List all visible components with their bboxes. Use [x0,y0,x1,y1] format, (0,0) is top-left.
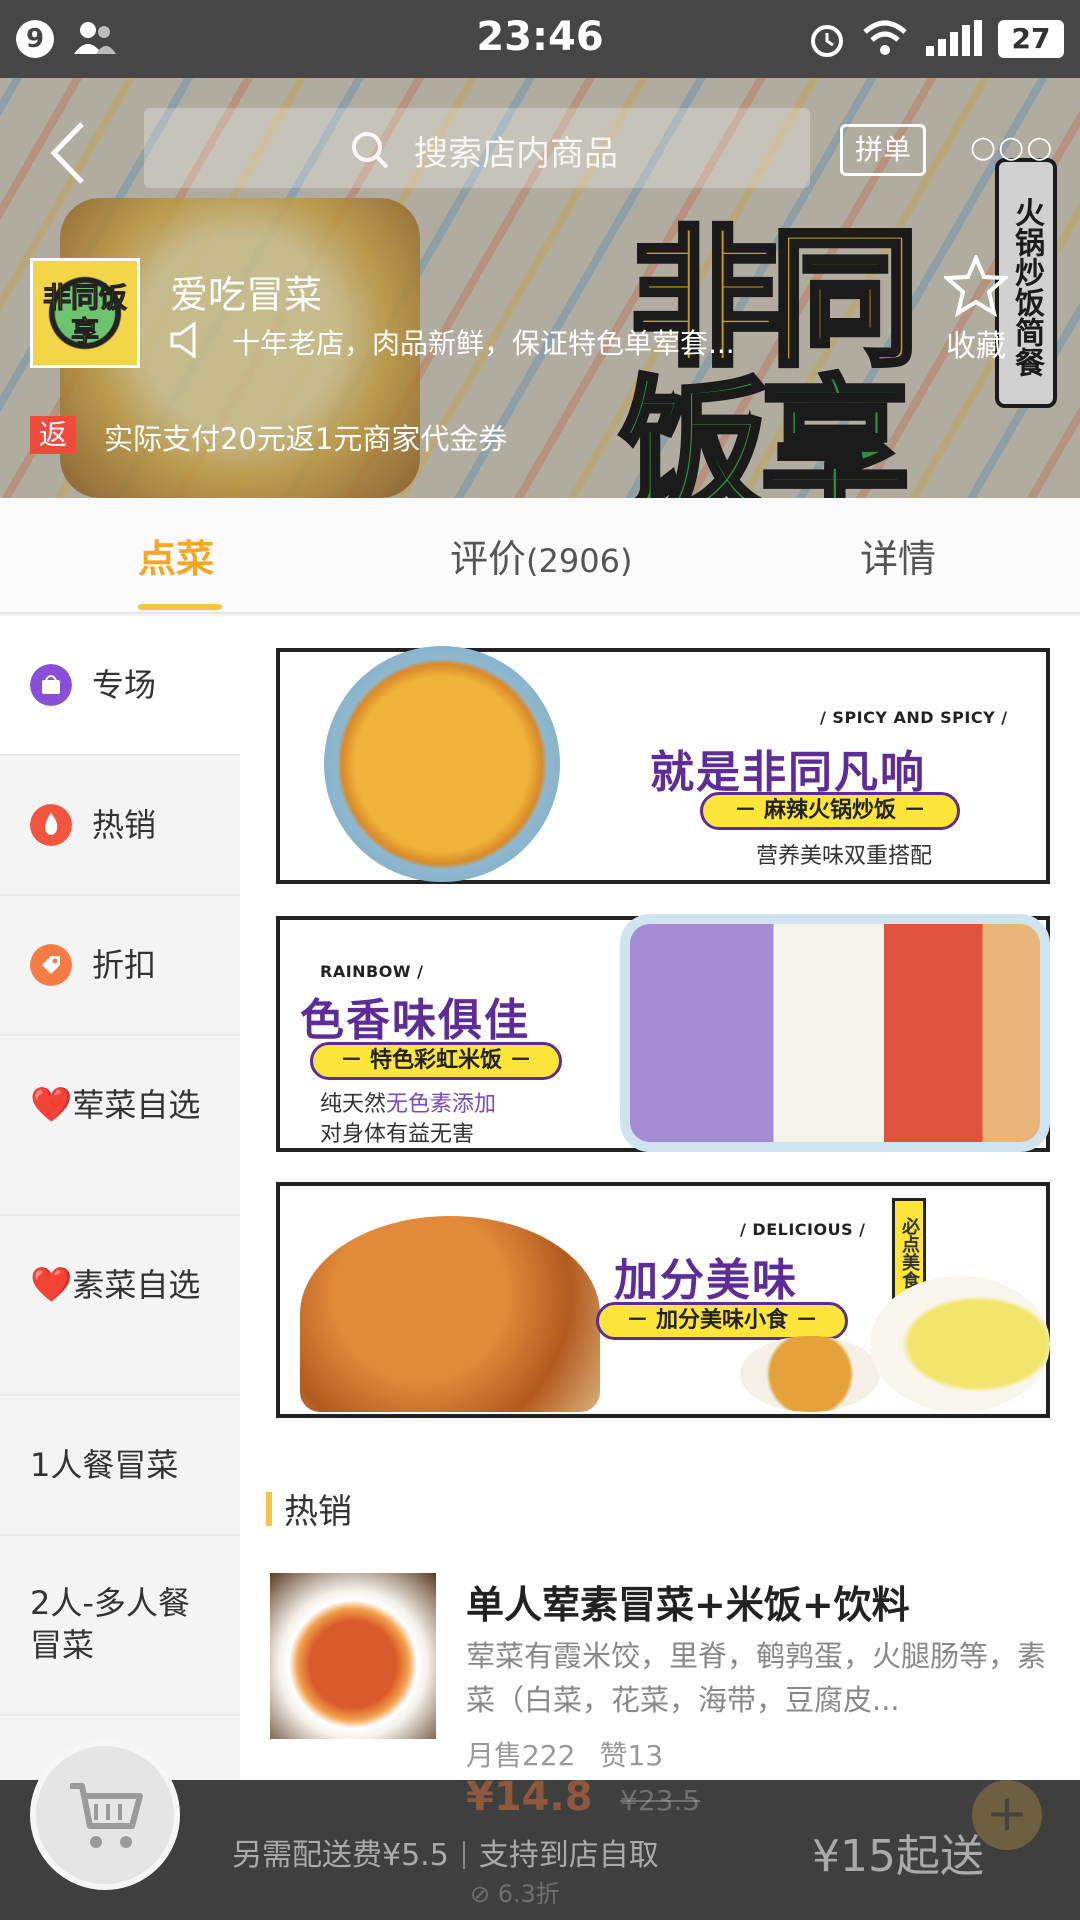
roast-chicken-image [300,1216,600,1412]
favorite-button[interactable]: 收藏 [936,255,1016,365]
active-tab-indicator [138,604,222,610]
rainbow-rice-image [620,914,1050,1152]
sidebar-item-hot[interactable]: 热销 [0,756,240,896]
cart-button[interactable] [30,1740,180,1890]
sidebar-item-meat[interactable]: ❤️荤菜自选 [0,1036,240,1216]
search-icon [352,132,389,169]
food-item-name[interactable]: 单人荤素冒菜+米饭+饮料 [466,1574,910,1629]
shop-announcement[interactable]: 十年老店，肉品新鲜，保证特色单荤套... [232,322,832,362]
promo-banner-fried-rice[interactable]: / SPICY AND SPICY / 就是非同凡响 － 麻辣火锅炒饭 － 营养… [268,640,1050,884]
sidebar-item-veg[interactable]: ❤️素菜自选 [0,1216,240,1396]
rebate-badge: 返 [30,416,76,454]
delivery-info: 另需配送费¥5.5 支持到店自取 [232,1838,659,1873]
tab-reviews[interactable]: 评价(2906) [450,528,632,583]
tag-icon [30,944,72,986]
tab-order[interactable]: 点菜 [138,528,214,583]
more-options-icon[interactable]: ○○○ [970,130,1053,170]
sidebar-item-multi-meal[interactable]: 2人-多人餐冒菜 [0,1536,240,1716]
tab-bar: 点菜 评价(2906) 详情 [0,498,1080,614]
heart-icon: ❤️ [30,1085,73,1125]
food-item-stats: 月售222 赞13 [466,1739,664,1772]
category-sidebar: 专场 热销 折扣 ❤️荤菜自选 ❤️素菜自选 1人餐冒菜 2人-多人餐冒菜 [0,616,240,1780]
rebate-text[interactable]: 实际支付20元返1元商家代金券 [104,416,507,458]
section-header-hot: 热销 [266,1484,352,1533]
food-item-description: 荤菜有霞米饺，里脊，鹌鹑蛋，火腿肠等，素菜（白菜，花菜，海带，豆腐皮... [466,1639,1047,1717]
status-bar: 9 23:46 27 [0,0,1080,78]
food-item-price: ¥14.8 [466,1774,593,1820]
alarm-icon [811,25,843,57]
fried-rice-image [324,646,560,882]
favorite-label: 收藏 [946,329,1006,364]
shop-logo: 非同饭享 [30,258,140,368]
omelette-rice-image [870,1276,1050,1412]
search-placeholder: 搜索店内商品 [414,134,618,174]
tab-details[interactable]: 详情 [860,528,936,583]
food-item-image[interactable] [270,1573,436,1739]
shop-name: 爱吃冒菜 [170,273,323,317]
food-item-discount: ⊘ 6.3折 [470,1880,560,1908]
promo-banner-snacks[interactable]: / DELICIOUS / 加分美味 － 加分美味小食 － 必点美食 [268,1174,1050,1418]
promo-banner-rainbow-rice[interactable]: RAINBOW / 色香味俱佳 － 特色彩虹米饭 － 纯天然无色素添加 对身体有… [276,908,1070,1152]
flame-icon [30,804,72,846]
heart-icon: ❤️ [30,1265,73,1305]
sidebar-item-special[interactable]: 专场 [0,616,240,756]
signal-icon [926,20,982,56]
battery-level: 27 [998,20,1064,58]
min-order-label[interactable]: ¥15起送 [812,1820,984,1884]
sidebar-item-discount[interactable]: 折扣 [0,896,240,1036]
back-icon[interactable] [44,118,94,188]
bag-icon [30,664,72,706]
wifi-icon [863,20,907,55]
snack-bowl-image [740,1336,880,1412]
announcement-speaker-icon [170,321,196,359]
sidebar-item-single-meal[interactable]: 1人餐冒菜 [0,1396,240,1536]
group-order-button[interactable]: 拼单 [840,124,926,176]
clock: 23:46 [476,14,604,60]
star-icon [944,255,1008,317]
cart-icon [70,1783,143,1848]
food-item-old-price: ¥23.5 [620,1784,701,1817]
search-input[interactable]: 搜索店内商品 [144,108,810,188]
menu-content: / SPICY AND SPICY / 就是非同凡响 － 麻辣火锅炒饭 － 营养… [240,616,1080,1780]
